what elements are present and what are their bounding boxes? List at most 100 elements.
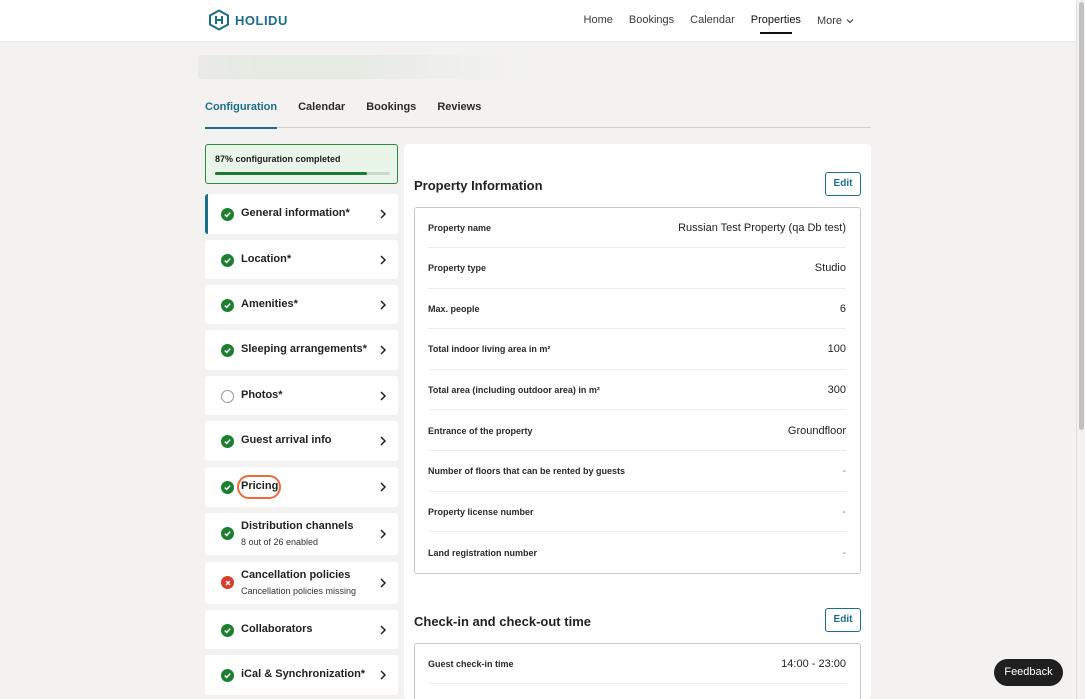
tab-configuration[interactable]: Configuration [205,94,278,129]
tab-bookings[interactable]: Bookings [366,94,416,128]
sidebar-item[interactable]: Pricing [205,467,398,507]
property-information-card: Property name Russian Test Property (qa D… [414,207,861,574]
info-row-label: Land registration number [428,547,538,558]
info-row: Property name Russian Test Property (qa D… [428,208,846,248]
sidebar-item[interactable]: Distribution channels 8 out of 26 enabled [205,513,398,555]
nav-more[interactable]: More [809,0,862,42]
sidebar-item-label: Amenities* [241,297,298,310]
sidebar-item[interactable]: Guest arrival info [205,421,398,461]
info-row: Total area (including outdoor area) in m… [428,370,846,411]
house-logo-icon [209,9,229,31]
checkin-checkout-card: Guest check-in time14:00 - 23:00Guest ch… [414,643,861,699]
feedback-button[interactable]: Feedback [994,659,1063,686]
info-row-value: - [842,546,846,559]
chevron-down-icon [846,19,854,24]
info-row-value: - [842,465,846,478]
sidebar-item-label: iCal & Synchronization* [241,668,366,680]
sidebar-item-label: Cancellation policies [241,569,351,581]
nav-bookings[interactable]: Bookings [621,0,682,42]
sidebar-item-label: General information* [241,207,350,219]
sidebar-item[interactable]: Amenities* [205,285,398,324]
property-information-title: Property Information [414,178,543,193]
holidu-logo[interactable]: HOLIDU [208,9,288,31]
info-row: Entrance of the property Groundfloor [428,411,846,451]
sidebar-item-sublabel: 8 out of 26 enabled [241,537,319,547]
info-row: Guest check-out time11:00 [428,685,846,699]
check-circle-icon [221,208,234,221]
progress-text: 87% configuration completed [215,154,341,164]
sidebar-item-label: Location* [241,252,292,265]
chevron-right-icon [380,482,387,492]
sidebar-item-label: Guest arrival info [241,434,332,446]
sidebar-item-label: Photos* [241,388,283,401]
nav-calendar[interactable]: Calendar [682,0,743,42]
tab-calendar[interactable]: Calendar [298,94,345,128]
info-row: Property license number - [428,492,846,533]
nav-more-label: More [816,15,842,27]
chevron-right-icon [380,390,387,401]
edit-property-info-button[interactable]: Edit [825,172,861,196]
sidebar-item[interactable]: iCal & Synchronization* [205,655,398,695]
sidebar-item-label: Sleeping arrangements* [241,343,367,355]
info-row-label: Total area (including outdoor area) in m… [428,384,600,395]
info-row-value: 14:00 - 23:00 [781,657,846,670]
info-row-value: Groundfloor [787,424,846,437]
chevron-right-icon [380,529,387,539]
sidebar-item[interactable]: Location* [205,240,398,279]
check-circle-icon [221,435,234,448]
info-row-value: - [842,505,846,518]
nav-home[interactable]: Home [576,0,621,42]
info-row-label: Entrance of the property [428,425,533,436]
chevron-right-icon [380,209,387,219]
tab-reviews[interactable]: Reviews [437,94,481,128]
info-row-value: 100 [827,343,846,356]
nav-properties[interactable]: Properties [743,0,809,42]
chevron-right-icon [380,299,387,310]
info-row: Guest check-in time 14:00 - 23:00 [428,644,846,684]
logo-text: HOLIDU [235,12,288,28]
progress-bar-fill [215,172,368,175]
check-circle-icon [221,669,234,682]
chevron-right-icon [380,436,387,446]
check-circle-icon [221,623,234,637]
chevron-right-icon [380,254,387,265]
sidebar-item[interactable]: Collaborators [205,610,398,649]
sidebar-item-sublabel: Cancellation policies missing [241,586,357,596]
info-row: Land registration number - [428,533,846,573]
sidebar-item-label: Collaborators [241,622,313,635]
sidebar-item[interactable]: Photos* [205,376,398,415]
sidebar-item[interactable]: Sleeping arrangements* [205,330,398,370]
info-row: Property type Studio [428,249,846,289]
checkin-checkout-title: Check-in and check-out time [414,614,591,629]
page-scrollbar[interactable] [1076,0,1085,699]
sidebar-item[interactable]: General information* [205,194,398,234]
progress-bar [215,172,390,175]
chevron-right-icon [380,624,387,635]
chevron-right-icon [380,670,387,680]
sidebar-item[interactable]: Cancellation policies Cancellation polici… [205,562,398,604]
info-row-label: Max. people [428,303,480,314]
main-nav: Home Bookings Calendar Properties More [576,0,862,42]
info-row: Max. people 6 [428,289,846,330]
chevron-right-icon [380,345,387,355]
check-circle-icon [221,527,234,540]
scrollbar-thumb[interactable] [1079,2,1084,430]
info-row-value: 300 [827,383,846,396]
property-tabs: Configuration Calendar Bookings Reviews [205,94,871,129]
info-row-label: Guest check-in time [428,658,514,669]
chevron-right-icon [380,578,387,588]
top-navigation-bar: HOLIDU Home Bookings Calendar Properties… [0,0,1076,42]
info-row-label: Property type [428,263,487,274]
info-row-value: Studio [814,262,846,275]
sidebar-item-label: Pricing [241,480,279,492]
check-circle-icon [221,298,234,312]
sidebar-item-label: Distribution channels [241,520,354,532]
info-row-label: Property license number [428,506,534,517]
info-row-label: Total indoor living area in m² [428,344,551,355]
info-row-value: Russian Test Property (qa Db test) [678,221,846,234]
configuration-progress-card: 87% configuration completed [205,144,398,184]
info-row-value: 6 [839,302,846,315]
error-circle-icon [221,576,234,589]
edit-checkin-button[interactable]: Edit [825,608,861,632]
empty-circle-icon [221,389,234,403]
